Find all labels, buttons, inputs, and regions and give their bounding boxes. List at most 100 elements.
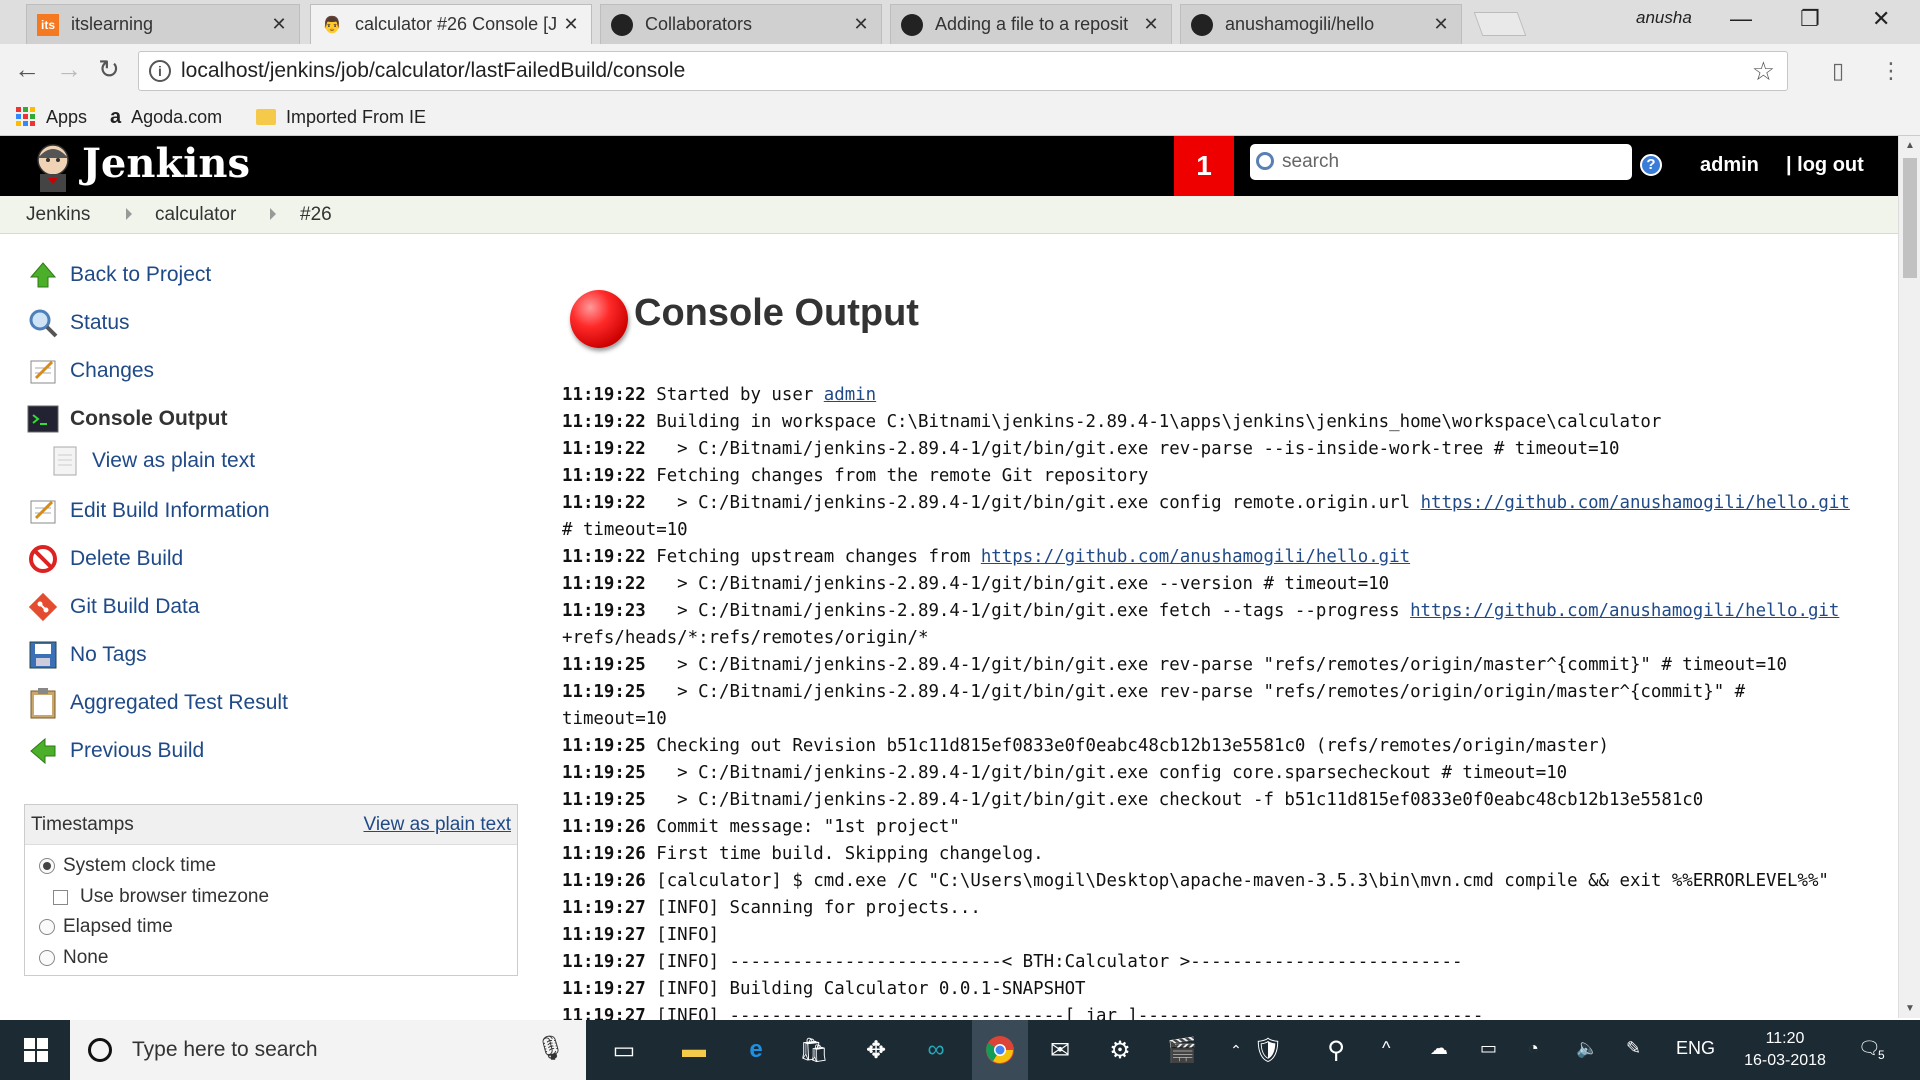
overflow-chevron-icon[interactable]: ⌃ — [1218, 1032, 1254, 1068]
folder-icon — [256, 109, 276, 125]
tab-anushamogili-hello[interactable]: anushamogili/hello ✕ — [1180, 4, 1462, 44]
bookmark-apps[interactable]: Apps — [16, 102, 87, 132]
close-tab-icon[interactable]: ✕ — [269, 14, 289, 35]
scrollbar-thumb[interactable] — [1903, 158, 1917, 278]
edge-icon[interactable]: e — [738, 1032, 774, 1068]
security-app-icon[interactable]: 🛡 — [1250, 1032, 1286, 1068]
breadcrumb-jenkins[interactable]: Jenkins — [26, 204, 90, 226]
onedrive-icon[interactable]: ☁ — [1430, 1038, 1448, 1059]
sidebar-item-aggregated-test-result[interactable]: Aggregated Test Result — [26, 686, 288, 720]
profile-name[interactable]: anusha — [1636, 8, 1692, 28]
restore-icon[interactable]: ❐ — [1800, 6, 1820, 32]
console-text: Checking out Revision b51c11d815ef0833e0… — [656, 736, 1610, 756]
option-elapsed-time[interactable]: Elapsed time — [39, 916, 173, 938]
forward-icon[interactable]: → — [56, 54, 82, 85]
option-none[interactable]: None — [39, 947, 108, 969]
console-text: +refs/heads/*:refs/remotes/origin/* — [562, 628, 929, 648]
console-text: Building in workspace C:\Bitnami\jenkins… — [656, 412, 1662, 432]
close-tab-icon[interactable]: ✕ — [1431, 14, 1451, 35]
close-tab-icon[interactable]: ✕ — [1141, 14, 1161, 35]
github-icon — [901, 13, 923, 36]
arduino-icon[interactable]: ∞ — [918, 1032, 954, 1068]
breadcrumb-calculator[interactable]: calculator — [155, 204, 236, 226]
jenkins-logo-icon[interactable] — [28, 140, 78, 192]
address-toolbar: ← → ↻ i localhost/jenkins/job/calculator… — [0, 44, 1920, 98]
console-link[interactable]: https://github.com/anushamogili/hello.gi… — [981, 547, 1410, 567]
radio-button[interactable] — [39, 950, 55, 966]
extension-icon[interactable]: ▯ — [1832, 58, 1844, 84]
console-link[interactable]: admin — [824, 385, 876, 405]
breadcrumb-separator-icon[interactable] — [126, 208, 132, 220]
breadcrumb-separator-icon[interactable] — [270, 208, 276, 220]
bookmark-star-icon[interactable]: ☆ — [1752, 52, 1775, 90]
close-tab-icon[interactable]: ✕ — [851, 14, 871, 35]
dropbox-icon[interactable]: ✥ — [858, 1032, 894, 1068]
people-icon[interactable]: ⚲ — [1318, 1032, 1354, 1068]
store-icon[interactable]: 🛍 — [796, 1032, 832, 1068]
sidebar-item-git-build-data[interactable]: Git Build Data — [26, 590, 200, 624]
sidebar-item-delete-build[interactable]: Delete Build — [26, 542, 183, 576]
minimize-icon[interactable]: — — [1730, 6, 1752, 32]
scroll-down-icon[interactable]: ▼ — [1905, 1003, 1915, 1014]
system-clock[interactable]: 11:20 16-03-2018 — [1730, 1028, 1840, 1072]
close-tab-icon[interactable]: ✕ — [561, 14, 581, 35]
console-line: 11:19:25 > C:/Bitnami/jenkins-2.89.4-1/g… — [562, 787, 1882, 814]
pen-icon[interactable]: ✎ — [1626, 1038, 1641, 1059]
microphone-icon[interactable]: 🎙 — [536, 1034, 566, 1063]
scroll-up-icon[interactable]: ▲ — [1905, 140, 1915, 151]
sidebar-item-previous-build[interactable]: Previous Build — [26, 734, 204, 768]
radio-button[interactable] — [39, 919, 55, 935]
taskbar-search-input[interactable]: Type here to search 🎙 — [70, 1020, 586, 1080]
breadcrumb-build[interactable]: #26 — [300, 204, 332, 226]
site-info-icon[interactable]: i — [149, 60, 171, 82]
wifi-icon[interactable]: ◔ — [1528, 1038, 1539, 1059]
reload-icon[interactable]: ↻ — [98, 54, 120, 85]
sidebar-item-console-output[interactable]: Console Output — [26, 402, 227, 436]
settings-app-icon[interactable]: ⚙ — [1102, 1032, 1138, 1068]
notification-badge[interactable]: 1 — [1174, 136, 1234, 196]
windows-start-icon[interactable] — [24, 1038, 48, 1062]
language-indicator[interactable]: ENG — [1676, 1038, 1715, 1059]
tab-collaborators[interactable]: Collaborators ✕ — [600, 4, 882, 44]
mail-icon[interactable]: ✉ — [1042, 1032, 1078, 1068]
option-use-browser-timezone[interactable]: Use browser timezone — [53, 886, 269, 908]
chrome-icon[interactable] — [972, 1020, 1028, 1080]
show-hidden-icons-icon[interactable]: ^ — [1382, 1038, 1390, 1059]
radio-button[interactable] — [39, 858, 55, 874]
console-text: First time build. Skipping changelog. — [656, 844, 1044, 864]
sidebar-item-edit-build-information[interactable]: Edit Build Information — [26, 494, 270, 528]
logout-link[interactable]: | log out — [1786, 154, 1864, 177]
tab-adding-file[interactable]: Adding a file to a reposit ✕ — [890, 4, 1172, 44]
sidebar-item-changes[interactable]: Changes — [26, 354, 154, 388]
jenkins-search-input[interactable]: search — [1250, 144, 1632, 180]
task-view-icon[interactable]: ▭ — [606, 1032, 642, 1068]
menu-icon[interactable]: ⋮ — [1880, 58, 1902, 84]
console-link[interactable]: https://github.com/anushamogili/hello.gi… — [1410, 601, 1839, 621]
battery-icon[interactable]: ▭ — [1480, 1038, 1497, 1059]
page-scrollbar[interactable]: ▲ ▼ — [1898, 136, 1920, 1018]
sidebar-item-no-tags[interactable]: No Tags — [26, 638, 147, 672]
sidebar-item-view-as-plain-text[interactable]: View as plain text — [48, 444, 255, 478]
help-icon[interactable]: ? — [1640, 154, 1662, 176]
new-tab-button[interactable] — [1473, 12, 1527, 36]
timestamps-plain-text-link[interactable]: View as plain text — [363, 814, 511, 836]
volume-icon[interactable]: 🔈 — [1576, 1038, 1598, 1059]
movies-icon[interactable]: 🎬 — [1164, 1032, 1200, 1068]
url-bar[interactable]: i localhost/jenkins/job/calculator/lastF… — [138, 51, 1788, 91]
option-system-clock-time[interactable]: System clock time — [39, 855, 216, 877]
close-window-icon[interactable]: ✕ — [1872, 6, 1890, 32]
tab-itslearning[interactable]: its itslearning ✕ — [26, 4, 300, 44]
sidebar-item-status[interactable]: Status — [26, 306, 130, 340]
user-link[interactable]: admin — [1700, 154, 1759, 177]
back-icon[interactable]: ← — [14, 54, 40, 85]
sidebar-item-back-to-project[interactable]: Back to Project — [26, 258, 211, 292]
tab-jenkins-console[interactable]: 👨 calculator #26 Console [J ✕ — [310, 4, 592, 44]
bookmark-agoda[interactable]: a Agoda.com — [110, 102, 222, 132]
option-label: System clock time — [63, 855, 217, 876]
github-icon — [611, 13, 633, 36]
checkbox[interactable] — [53, 889, 68, 905]
bookmark-imported-from-ie[interactable]: Imported From IE — [256, 102, 426, 132]
console-link[interactable]: https://github.com/anushamogili/hello.gi… — [1421, 493, 1850, 513]
jenkins-title[interactable]: Jenkins — [82, 140, 250, 187]
file-explorer-icon[interactable]: ▬ — [676, 1032, 712, 1068]
